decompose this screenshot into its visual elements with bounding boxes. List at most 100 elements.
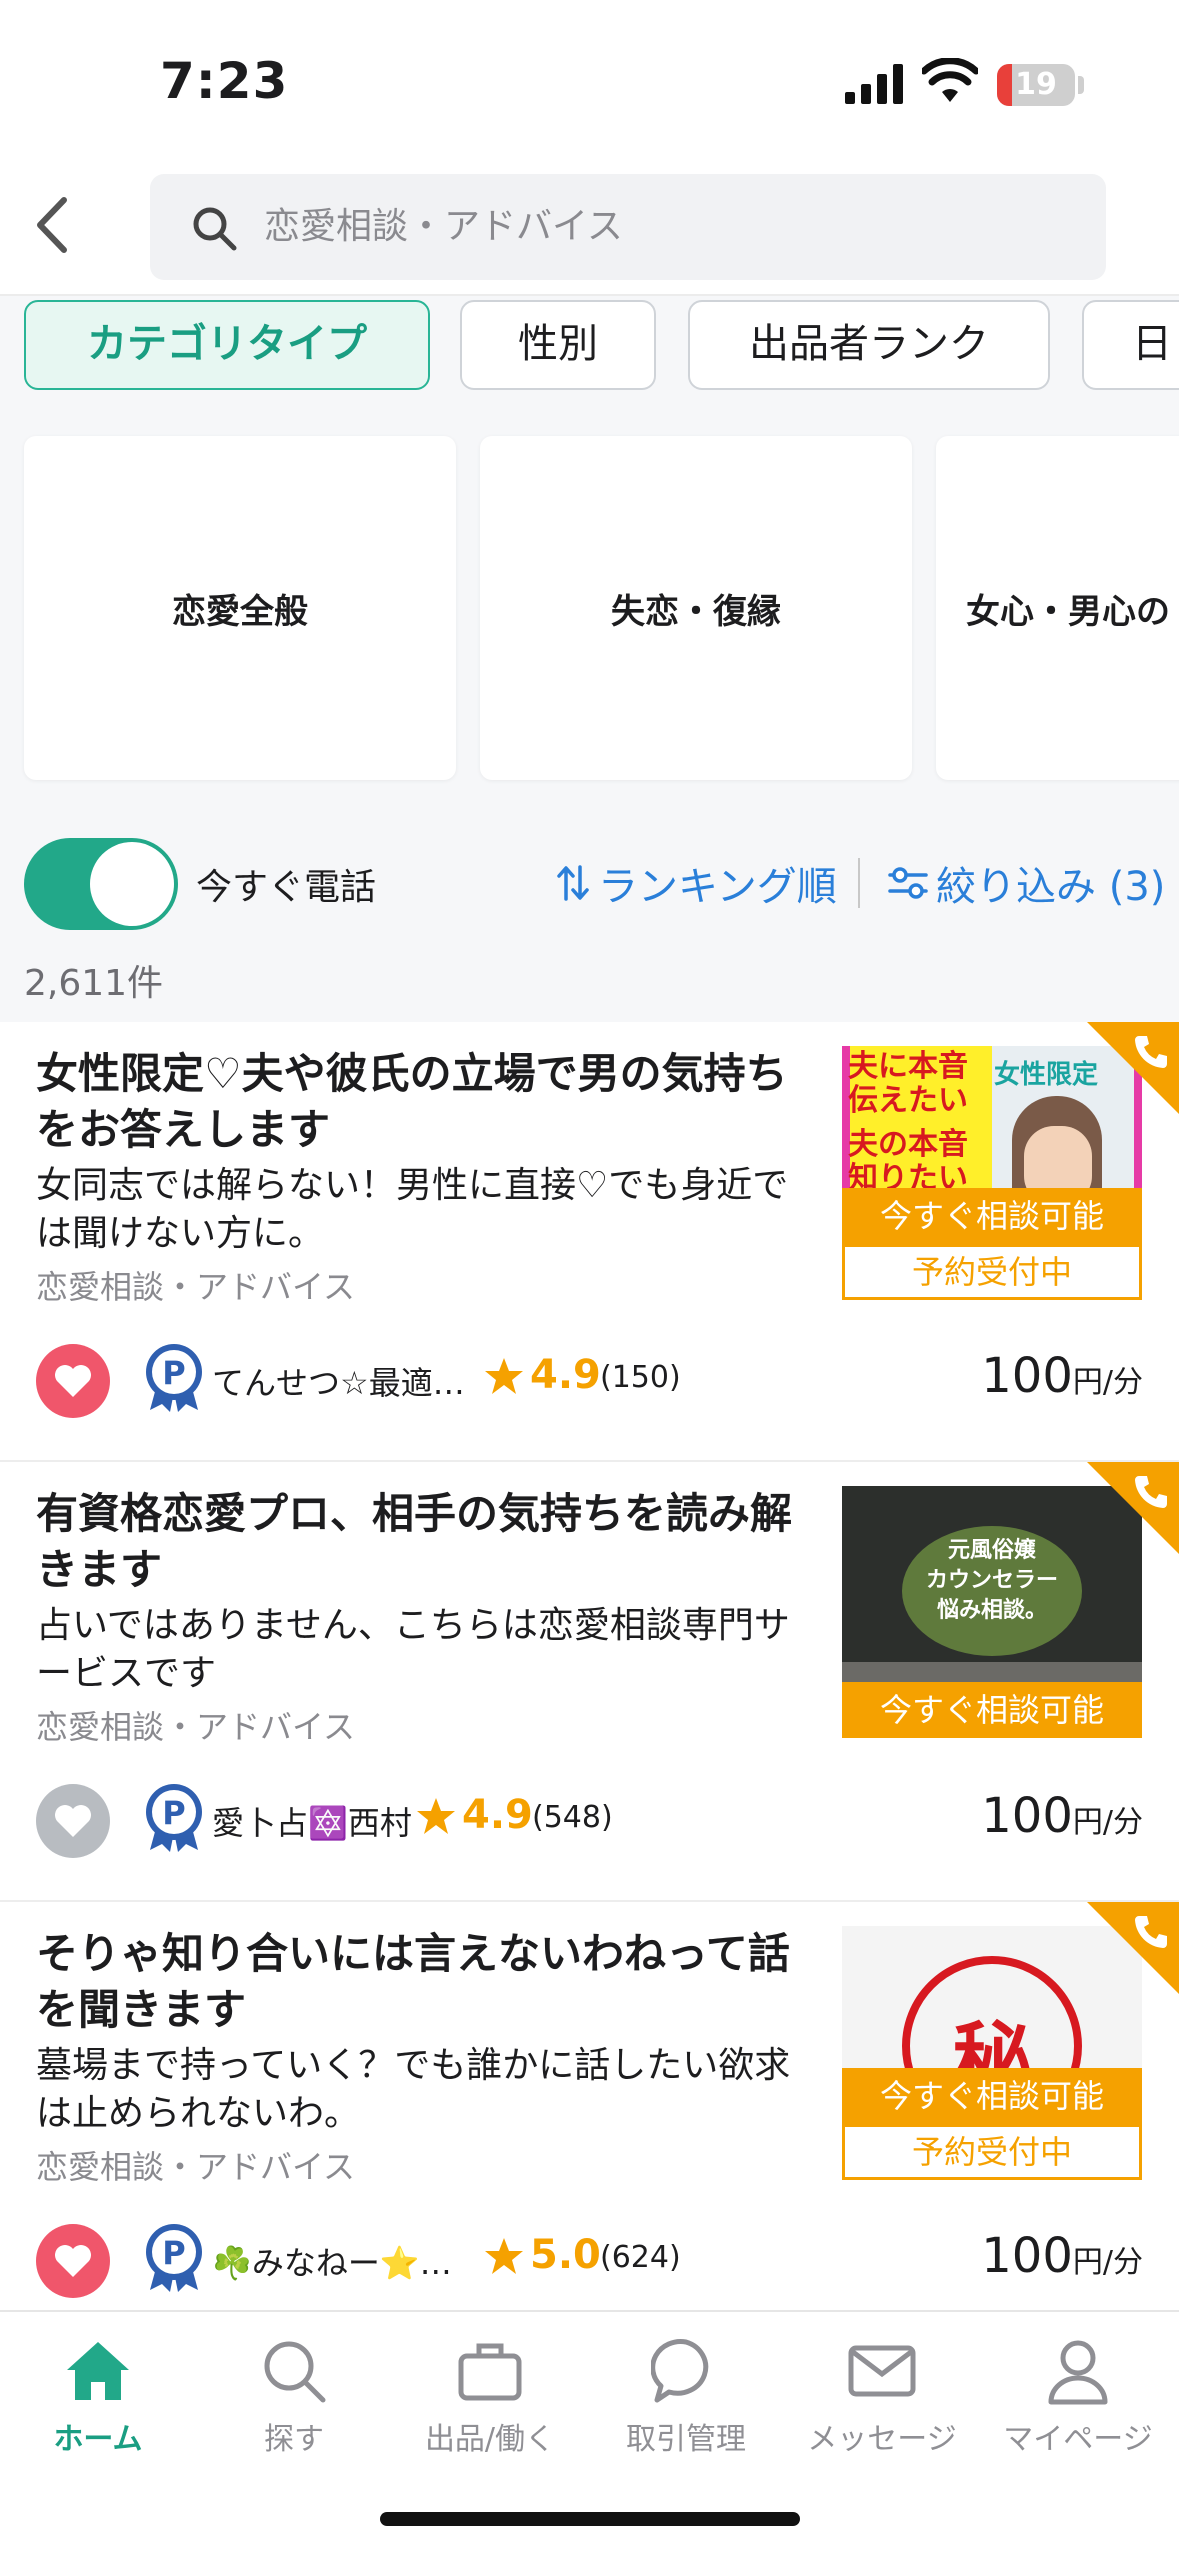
star-icon xyxy=(485,1358,523,1394)
search-input[interactable]: 恋愛相談・アドバイス xyxy=(150,174,1106,280)
listing-category: 恋愛相談・アドバイス xyxy=(36,1708,356,1746)
thumb-text: カウンセラー xyxy=(925,1568,1058,1593)
thumb-text: 女性限定 xyxy=(994,1060,1099,1090)
tab-label: ホーム xyxy=(53,2422,143,2457)
p-rank-badge-icon: P xyxy=(146,1344,202,1412)
battery-indicator: 19 xyxy=(997,64,1075,106)
listing-description: 墓場まで持っていく？でも誰かに話したい欲求は止められないわ。 xyxy=(36,2045,791,2134)
tab-label: メッセージ xyxy=(807,2422,957,2457)
price-unit: 円/分 xyxy=(1072,1365,1143,1400)
back-button[interactable] xyxy=(18,190,88,260)
call-now-toggle[interactable] xyxy=(24,838,178,930)
seller-name: ☘️みなねー⭐… xyxy=(212,2244,452,2282)
star-icon xyxy=(485,2238,523,2274)
p-rank-badge-icon: P xyxy=(146,2224,202,2292)
category-card-breakup[interactable]: 失恋・復縁 xyxy=(480,436,912,780)
search-icon xyxy=(193,207,237,251)
listing-card[interactable]: 有資格恋愛プロ、相手の気持ちを読み解きます 占いではありません、こちらは恋愛相談… xyxy=(0,1462,1179,1902)
listing-title: 有資格恋愛プロ、相手の気持ちを読み解きます xyxy=(36,1489,793,1594)
seller-name: てんせつ☆最適… xyxy=(212,1364,465,1402)
svg-text:P: P xyxy=(162,1794,185,1832)
status-accepting-reservations: 予約受付中 xyxy=(842,2124,1142,2180)
battery-tip xyxy=(1078,76,1084,94)
tab-my-page[interactable]: マイページ xyxy=(980,2322,1176,2472)
chip-seller-rank[interactable]: 出品者ランク xyxy=(688,300,1050,390)
tab-label: マイページ xyxy=(1003,2422,1153,2457)
price-unit: 円/分 xyxy=(1072,1805,1143,1840)
chip-category-type[interactable]: カテゴリタイプ xyxy=(24,300,430,390)
filter-button[interactable]: 絞り込み (3) xyxy=(888,854,1165,912)
category-card-label: 失恋・復縁 xyxy=(611,591,781,632)
tab-messages[interactable]: メッセージ xyxy=(784,2322,980,2472)
category-card-label: 恋愛全般 xyxy=(172,591,308,632)
price-value: 100 xyxy=(981,1788,1073,1844)
search-icon xyxy=(264,2341,326,2403)
listing-title: そりゃ知り合いには言えないわねって話を聞きます xyxy=(36,1929,790,2034)
home-icon xyxy=(67,2342,129,2400)
price-unit: 円/分 xyxy=(1072,2245,1143,2280)
price: 100円/分 xyxy=(981,2228,1143,2284)
briefcase-icon xyxy=(458,2343,522,2401)
status-bar: 7:23 19 xyxy=(0,0,1179,160)
rating-value: 4.9 xyxy=(462,1792,533,1838)
sort-icon xyxy=(557,865,589,901)
review-count: (548) xyxy=(532,1800,613,1835)
category-card-hearts[interactable]: 女心・男心の xyxy=(936,436,1179,780)
listing-card[interactable]: 女性限定♡夫や彼氏の立場で男の気持ちをお答えします 女同志では解らない！男性に直… xyxy=(0,1022,1179,1462)
tab-sell-work[interactable]: 出品/働く xyxy=(392,2322,588,2472)
heart-icon xyxy=(55,1365,91,1397)
tab-home[interactable]: ホーム xyxy=(0,2322,196,2472)
search-query: 恋愛相談・アドバイス xyxy=(264,206,623,247)
p-rank-badge-icon: P xyxy=(146,1784,202,1852)
divider xyxy=(858,858,860,908)
sort-button[interactable]: ランキング順 xyxy=(556,854,837,912)
thumb-text: 悩み相談。 xyxy=(936,1598,1047,1623)
status-available-now: 今すぐ相談可能 xyxy=(842,2068,1142,2124)
favorite-button[interactable] xyxy=(36,1784,110,1858)
status-available-now: 今すぐ相談可能 xyxy=(842,1188,1142,1244)
category-card-general[interactable]: 恋愛全般 xyxy=(24,436,456,780)
category-card-label: 女心・男心の xyxy=(966,591,1170,632)
rating-value: 4.9 xyxy=(530,1352,601,1398)
home-indicator[interactable] xyxy=(380,2512,800,2526)
battery-level: 19 xyxy=(1015,67,1057,102)
price-value: 100 xyxy=(981,2228,1073,2284)
review-count: (624) xyxy=(600,2240,681,2275)
price: 100円/分 xyxy=(981,1788,1143,1844)
mail-icon xyxy=(848,2345,916,2397)
star-icon xyxy=(417,1798,455,1834)
wifi-icon xyxy=(922,58,978,102)
seller-name: 愛卜占🔯西村 xyxy=(212,1804,412,1842)
chip-date[interactable]: 日 xyxy=(1082,300,1179,390)
tab-transactions[interactable]: 取引管理 xyxy=(588,2322,784,2472)
status-time: 7:23 xyxy=(160,52,289,110)
category-cards: 恋愛全般 失恋・復縁 女心・男心の xyxy=(0,406,1179,806)
listing-category: 恋愛相談・アドバイス xyxy=(36,2148,356,2186)
favorite-button[interactable] xyxy=(36,2224,110,2298)
status-accepting-reservations: 予約受付中 xyxy=(842,1244,1142,1300)
tab-label: 探す xyxy=(264,2422,324,2457)
status-available-now: 今すぐ相談可能 xyxy=(842,1682,1142,1738)
result-count: 2,611件 xyxy=(24,963,164,1004)
rating-value: 5.0 xyxy=(530,2232,601,2278)
thumb-text: 夫に本音 xyxy=(848,1049,968,1084)
svg-text:P: P xyxy=(162,1354,185,1392)
tab-search[interactable]: 探す xyxy=(196,2322,392,2472)
phone-icon xyxy=(1135,1916,1167,1948)
listing-description: 女同志では解らない！男性に直接♡でも身近では聞けない方に。 xyxy=(36,1165,789,1254)
heart-icon xyxy=(55,1805,91,1837)
listing-card[interactable]: そりゃ知り合いには言えないわねって話を聞きます 墓場まで持っていく？でも誰かに話… xyxy=(0,1902,1179,2342)
listing-description: 占いではありません、こちらは恋愛相談専門サービスです xyxy=(36,1605,790,1694)
chip-gender[interactable]: 性別 xyxy=(460,300,656,390)
tab-label: 取引管理 xyxy=(626,2422,746,2457)
filter-label: 絞り込み (3) xyxy=(936,864,1166,910)
filter-chips: カテゴリタイプ 性別 出品者ランク 日 xyxy=(0,296,1179,406)
tab-label: 出品/働く xyxy=(424,2422,556,2457)
price-value: 100 xyxy=(981,1348,1073,1404)
search-header: 恋愛相談・アドバイス xyxy=(0,160,1179,296)
thumb-text: 伝えたい xyxy=(848,1083,968,1118)
call-now-label: 今すぐ電話 xyxy=(196,867,377,908)
cellular-signal-icon xyxy=(845,64,903,104)
favorite-button[interactable] xyxy=(36,1344,110,1418)
review-count: (150) xyxy=(600,1360,681,1395)
